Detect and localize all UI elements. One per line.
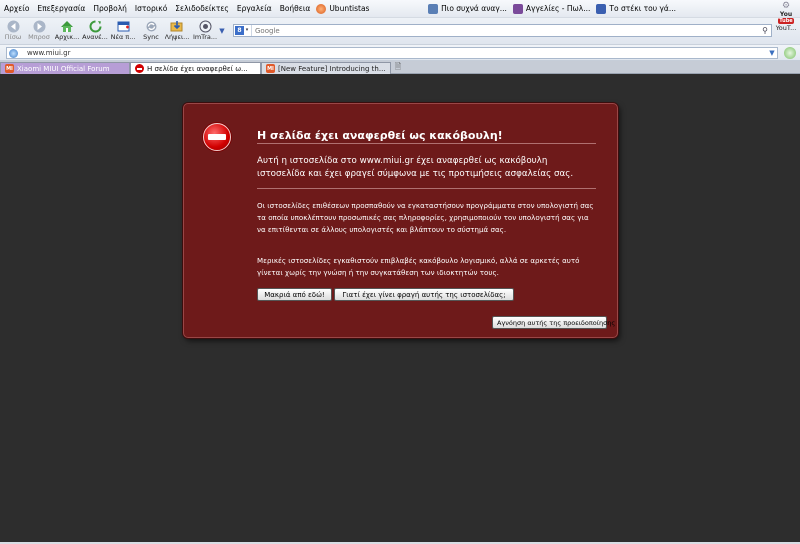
downloads-icon [170, 19, 184, 33]
page-content: Η σελίδα έχει αναφερθεί ως κακόβουλη! Αυ… [0, 74, 800, 542]
home-button[interactable]: Αρχικ... [54, 18, 80, 45]
home-icon [60, 19, 74, 33]
downloads-button[interactable]: Λήψει... [164, 18, 190, 45]
mi-favicon-icon: MI [266, 64, 275, 73]
youtube-button[interactable]: ⚙ You Tube YouT... [772, 0, 800, 45]
reload-icon [88, 19, 102, 33]
tab-title: Xiaomi MIUI Official Forum [17, 64, 110, 73]
new-tab-icon [116, 19, 130, 33]
ignore-warning-button[interactable]: Αγνόηση αυτής της προειδοποίησης [492, 316, 615, 329]
tab-title: [New Feature] Introducing th... [278, 64, 386, 73]
divider [257, 188, 596, 189]
gear-icon[interactable]: ⚙ [782, 1, 790, 11]
malware-warning-box: Η σελίδα έχει αναφερθεί ως κακόβουλη! Αυ… [183, 103, 618, 338]
bookmark-page-icon [428, 3, 439, 14]
bookmark-site-icon [596, 3, 607, 14]
chevron-down-icon: ▼ [219, 27, 225, 35]
address-field[interactable]: www.miui.gr ▼ [6, 47, 778, 59]
reload-button[interactable]: Ανανέ... [82, 18, 108, 45]
bookmark-label: Αγγελίες - Πωλ... [525, 4, 591, 13]
toolbar-overflow-button[interactable]: ▼ [216, 18, 228, 45]
sync-icon [144, 19, 158, 33]
warning-lead-text: Αυτή η ιστοσελίδα στο www.miui.gr έχει α… [257, 156, 574, 179]
youtube-logo-icon: You Tube [778, 11, 794, 24]
imtranslator-label: ImTra... [192, 33, 218, 41]
reload-label: Ανανέ... [82, 33, 108, 41]
stop-favicon-icon [135, 64, 144, 73]
tab-xiaomi-forum[interactable]: MI Xiaomi MIUI Official Forum [0, 62, 130, 74]
address-text[interactable]: www.miui.gr [19, 49, 767, 57]
back-arrow-icon [6, 19, 20, 33]
open-new-tab-icon[interactable]: 🗎 [393, 62, 403, 73]
bookmark-ubuntistas[interactable]: Ubuntistas [316, 3, 370, 14]
back-label: Πίσω [4, 33, 22, 41]
menu-history[interactable]: Ιστορικό [131, 4, 171, 13]
menu-tools[interactable]: Εργαλεία [233, 4, 276, 13]
url-bar: www.miui.gr ▼ [0, 45, 800, 61]
search-icon[interactable]: ⚲ [759, 26, 771, 35]
forward-button[interactable]: Μπροσ [26, 18, 52, 45]
tab-new-feature[interactable]: MI [New Feature] Introducing th... [261, 62, 391, 74]
site-identity-icon[interactable] [7, 48, 19, 58]
youtube-logo-text: You [779, 11, 793, 18]
go-icon[interactable] [784, 47, 796, 59]
search-engine-selector[interactable]: 8 ▾ [234, 25, 252, 36]
search-input[interactable] [252, 26, 759, 35]
bookmark-most-visited[interactable]: Πιο συχνά αναγ... [428, 3, 507, 14]
bookmark-steki[interactable]: Το στέκι του γά... [596, 3, 676, 14]
tab-bar: MI Xiaomi MIUI Official Forum Η σελίδα έ… [0, 61, 800, 74]
sync-label: Sync [143, 33, 159, 41]
navigation-toolbar: Πίσω Μπροσ Αρχικ... Ανανέ... Νέα π... Sy… [0, 1, 800, 45]
menu-edit[interactable]: Επεξεργασία [33, 4, 89, 13]
ubuntu-icon [316, 3, 327, 14]
get-me-out-button[interactable]: Μακριά από εδώ! [257, 288, 332, 301]
menu-bookmarks[interactable]: Σελιδοδείκτες [171, 4, 233, 13]
forward-label: Μπροσ [28, 33, 50, 41]
new-tab-button[interactable]: Νέα π... [110, 18, 136, 45]
bookmark-label: Το στέκι του γά... [609, 4, 676, 13]
home-label: Αρχικ... [54, 33, 80, 41]
menu-help[interactable]: Βοήθεια [276, 4, 315, 13]
translator-icon [198, 19, 212, 33]
warning-paragraph-1: Οι ιστοσελίδες επιθέσεων προσπαθούν να ε… [257, 201, 594, 234]
search-box[interactable]: 8▾ ⚲ [233, 24, 772, 37]
warning-paragraph-2: Μερικές ιστοσελίδες εγκαθιστούν επιβλαβέ… [257, 256, 580, 277]
bookmark-ubuntistas-label: Ubuntistas [329, 4, 370, 13]
bookmark-ads[interactable]: Αγγελίες - Πωλ... [512, 3, 591, 14]
forward-arrow-icon [32, 19, 46, 33]
menu-file[interactable]: Αρχείο [0, 4, 33, 13]
tab-title: Η σελίδα έχει αναφερθεί ω... [147, 64, 248, 73]
warning-title: Η σελίδα έχει αναφερθεί ως κακόβουλη! [257, 129, 503, 142]
tab-malicious-warning[interactable]: Η σελίδα έχει αναφερθεί ω... [130, 62, 261, 74]
why-blocked-button[interactable]: Γιατί έχει γίνει φραγή αυτής της ιστοσελ… [334, 288, 514, 301]
bookmark-site-icon [512, 3, 523, 14]
divider [257, 143, 596, 144]
menu-view[interactable]: Προβολή [89, 4, 131, 13]
chevron-down-icon[interactable]: ▼ [767, 49, 777, 57]
menu-bar: Αρχείο Επεξεργασία Προβολή Ιστορικό Σελι… [0, 0, 800, 18]
stop-sign-icon [203, 123, 231, 151]
sync-button[interactable]: Sync [138, 18, 164, 45]
google-icon: 8 [235, 26, 244, 35]
youtube-label: YouT... [775, 24, 797, 32]
mi-favicon-icon: MI [5, 64, 14, 73]
bookmark-label: Πιο συχνά αναγ... [441, 4, 507, 13]
downloads-label: Λήψει... [164, 33, 190, 41]
back-button[interactable]: Πίσω [0, 18, 26, 45]
new-tab-label: Νέα π... [110, 33, 136, 41]
